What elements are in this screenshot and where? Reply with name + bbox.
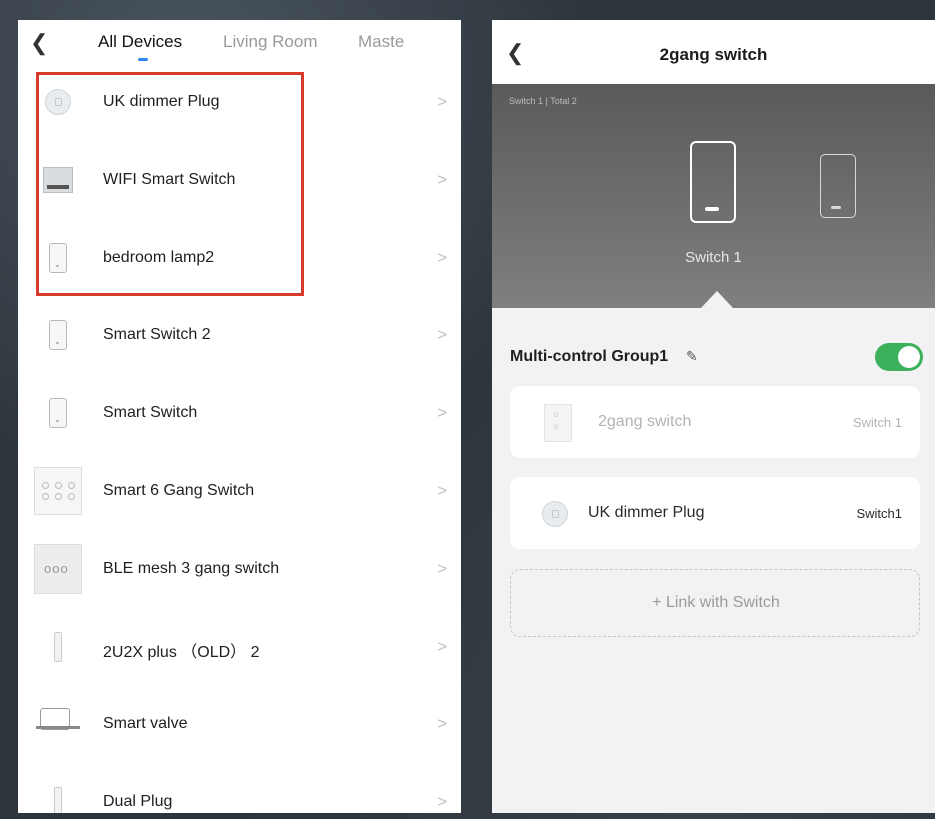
plug-icon [542, 501, 568, 527]
back-chevron-icon[interactable]: ❮ [30, 30, 48, 56]
page-title: 2gang switch [659, 45, 768, 64]
chevron-right-icon: > [437, 792, 447, 812]
chevron-right-icon: > [437, 403, 447, 423]
link-with-switch-label: + Link with Switch [652, 594, 780, 611]
wall-switch-icon [544, 404, 572, 442]
tab-all-devices[interactable]: All Devices [98, 32, 182, 52]
chevron-right-icon: > [437, 480, 447, 500]
wall-switch-icon [34, 314, 82, 356]
tab-living-room[interactable]: Living Room [223, 32, 318, 52]
six-gang-switch-icon [34, 466, 82, 515]
device-row[interactable]: BLE mesh 3 gang switch > [18, 530, 461, 608]
device-name: Smart Switch [103, 404, 198, 422]
chevron-right-icon: > [437, 325, 447, 345]
device-row[interactable]: Smart Switch > [18, 374, 461, 452]
device-name: Dual Plug [103, 793, 173, 811]
chevron-right-icon: > [437, 636, 447, 656]
group-enable-toggle[interactable] [875, 343, 923, 371]
highlight-annotation-box [36, 72, 304, 296]
linked-device-name: 2gang switch [598, 413, 692, 430]
chevron-right-icon: > [437, 247, 447, 267]
device-row[interactable]: 2U2X plus （OLD） 2 > [18, 608, 461, 686]
power-strip-icon [34, 626, 82, 668]
valve-icon [34, 703, 82, 745]
chevron-right-icon: > [437, 92, 447, 111]
device-row[interactable]: Smart 6 Gang Switch > [18, 452, 461, 530]
device-name: Smart valve [103, 715, 188, 733]
three-gang-switch-icon [34, 543, 82, 594]
device-row[interactable]: Dual Plug > [18, 763, 461, 813]
nav-header: ❮ 2gang switch [492, 20, 935, 84]
group-name: Multi-control Group1 [510, 348, 669, 365]
chevron-right-icon: > [437, 714, 447, 734]
device-row[interactable]: Smart valve > [18, 685, 461, 763]
device-name: 2U2X plus （OLD） 2 [103, 643, 260, 661]
power-strip-icon [34, 781, 82, 813]
chevron-right-icon: > [437, 558, 447, 578]
linked-device-channel: Switch1 [856, 506, 902, 521]
switch-index-label: Switch 1 | Total 2 [509, 96, 577, 106]
wall-switch-icon [34, 392, 82, 434]
pencil-edit-icon[interactable]: ✎ [686, 348, 698, 365]
switch-1-button[interactable] [690, 141, 736, 223]
linked-device-channel: Switch 1 [852, 415, 902, 430]
device-list-screen: ❮ All Devices Living Room Maste UK dimme… [18, 20, 461, 813]
tab-master[interactable]: Maste [358, 32, 404, 52]
device-name: BLE mesh 3 gang switch [103, 559, 280, 577]
chevron-right-icon: > [437, 169, 447, 189]
active-tab-indicator [138, 58, 148, 61]
multi-control-group-header: Multi-control Group1 ✎ [510, 340, 923, 374]
linked-device-card[interactable]: UK dimmer Plug Switch1 [510, 477, 920, 549]
switch-2-button[interactable] [820, 154, 856, 218]
switch-selector: Switch 1 | Total 2 Switch 1 [492, 84, 935, 308]
link-with-switch-button[interactable]: + Link with Switch [510, 569, 920, 637]
device-row[interactable]: Smart Switch 2 > [18, 296, 461, 374]
selection-pointer [701, 291, 733, 308]
linked-device-name: UK dimmer Plug [588, 504, 705, 521]
selected-switch-label: Switch 1 [685, 249, 742, 266]
device-name: Smart 6 Gang Switch [103, 481, 255, 499]
device-name: Smart Switch 2 [103, 326, 211, 344]
switch-detail-screen: ❮ 2gang switch Switch 1 | Total 2 Switch… [492, 20, 935, 813]
linked-device-card[interactable]: 2gang switch Switch 1 [510, 386, 920, 458]
